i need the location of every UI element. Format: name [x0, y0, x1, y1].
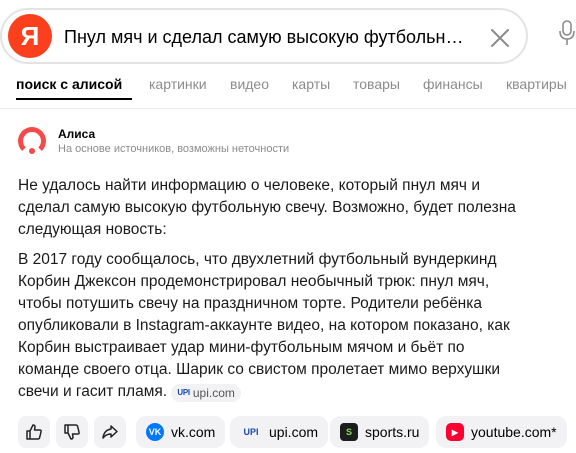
answer-paragraph-news-text: В 2017 году сообщалось, что двухлетний ф…	[18, 251, 510, 400]
tab-video[interactable]: видео	[230, 76, 269, 92]
search-tabs: поиск с алисой картинки видео карты това…	[0, 70, 576, 100]
alice-disclaimer: На основе источников, возможны неточност…	[58, 143, 290, 155]
source-upi[interactable]: UPI upi.com	[230, 416, 329, 448]
tab-apartments[interactable]: квартиры	[506, 76, 567, 92]
upi-icon: UPI	[177, 388, 190, 397]
microphone-icon[interactable]	[558, 20, 576, 46]
sports-ru-icon: S	[340, 423, 358, 441]
alice-name: Алиса	[58, 127, 96, 141]
yandex-logo[interactable]: Я	[8, 14, 52, 58]
source-vk[interactable]: VK vk.com	[136, 416, 226, 448]
answer-text: Не удалось найти информацию о человеке, …	[18, 175, 528, 411]
source-sports-ru-label: sports.ru	[365, 424, 420, 440]
upi-icon: UPI	[243, 427, 259, 437]
answer-paragraph-news: В 2017 году сообщалось, что двухлетний ф…	[18, 249, 528, 403]
alice-logo-icon	[18, 127, 46, 155]
thumbs-down-icon	[64, 424, 80, 440]
source-upi-label: upi.com	[269, 424, 319, 440]
dislike-button[interactable]	[56, 416, 88, 448]
youtube-icon: ▶	[446, 423, 464, 441]
thumbs-up-icon	[26, 424, 42, 440]
search-input[interactable]: Пнул мяч и сделал самую высокую футбольн…	[64, 24, 474, 50]
vk-icon: VK	[146, 423, 164, 441]
search-bar[interactable]: Я Пнул мяч и сделал самую высокую футбол…	[0, 8, 528, 64]
tab-maps[interactable]: карты	[292, 76, 330, 92]
active-tab-indicator	[16, 98, 132, 100]
source-youtube-label: youtube.com*	[471, 424, 557, 440]
feedback-sources-row: VK vk.com UPI upi.com S sports.ru ▶ yout…	[0, 416, 576, 448]
tab-finance[interactable]: финансы	[423, 76, 483, 92]
alice-answer-card: Алиса На основе источников, возможны нет…	[0, 108, 576, 453]
source-sports-ru[interactable]: S sports.ru	[330, 416, 430, 448]
share-icon	[102, 425, 118, 439]
source-youtube[interactable]: ▶ youtube.com*	[436, 416, 567, 448]
tab-alice-search[interactable]: поиск с алисой	[16, 76, 122, 92]
inline-source-chip[interactable]: UPI upi.com	[171, 384, 241, 402]
share-button[interactable]	[94, 416, 126, 448]
like-button[interactable]	[18, 416, 50, 448]
close-icon[interactable]	[486, 24, 514, 52]
tab-images[interactable]: картинки	[149, 76, 207, 92]
answer-paragraph-intro: Не удалось найти информацию о человеке, …	[18, 177, 516, 238]
tab-products[interactable]: товары	[353, 76, 400, 92]
source-vk-label: vk.com	[171, 424, 216, 440]
inline-source-label: upi.com	[192, 386, 235, 400]
